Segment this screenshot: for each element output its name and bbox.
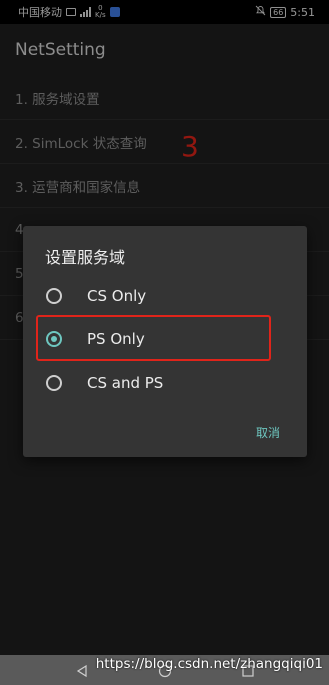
radio-button[interactable]	[46, 288, 62, 304]
option-cs-and-ps[interactable]: CS and PS	[35, 363, 295, 403]
option-ps-only[interactable]: PS Only	[35, 319, 295, 359]
option-label: CS Only	[87, 287, 147, 305]
option-cs-only[interactable]: CS Only	[35, 276, 295, 316]
radio-button[interactable]	[46, 375, 62, 391]
back-icon[interactable]	[75, 663, 89, 678]
service-domain-dialog: 设置服务域 CS Only PS Only CS and PS 取消	[23, 226, 307, 457]
watermark-url: https://blog.csdn.net/zhangqiqi01	[95, 656, 323, 672]
radio-button-checked[interactable]	[46, 331, 62, 347]
dialog-title: 设置服务域	[45, 248, 126, 267]
option-label: CS and PS	[87, 374, 164, 392]
option-label: PS Only	[87, 330, 145, 348]
cancel-button[interactable]: 取消	[256, 424, 280, 441]
